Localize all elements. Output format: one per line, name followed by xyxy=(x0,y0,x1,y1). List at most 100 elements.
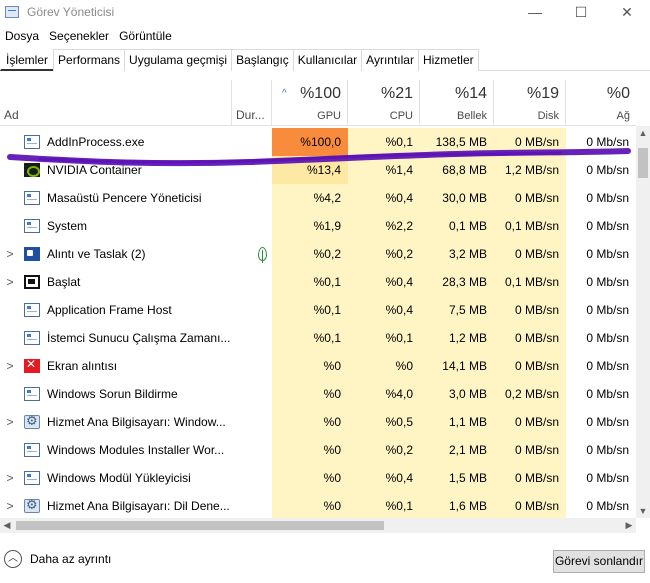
network-value: 0 Mb/sn xyxy=(566,156,636,184)
process-name: Masaüstü Pencere Yöneticisi xyxy=(47,191,202,205)
window-icon xyxy=(24,303,40,317)
expand-chevron-icon[interactable]: > xyxy=(0,464,20,492)
process-row[interactable]: Windows Modules Installer Wor... %0 %0,2 2,… xyxy=(0,436,636,464)
tab-services[interactable]: Hizmetler xyxy=(417,49,479,71)
network-value: 0 Mb/sn xyxy=(566,352,636,380)
window-controls: — ☐ ✕ xyxy=(512,0,650,24)
header-cpu-label: CPU xyxy=(389,110,413,122)
expand-chevron-icon xyxy=(0,380,20,408)
process-status xyxy=(232,268,272,296)
menu-file[interactable]: Dosya xyxy=(0,26,44,46)
memory-value: 68,8 MB xyxy=(420,156,494,184)
disk-value: 0 MB/sn xyxy=(494,464,566,492)
scroll-right-icon[interactable]: ▶ xyxy=(622,518,636,533)
header-name[interactable]: Ad xyxy=(0,80,232,126)
expand-chevron-icon[interactable]: > xyxy=(0,352,20,380)
expand-chevron-icon xyxy=(0,324,20,352)
process-name: Windows Modules Installer Wor... xyxy=(47,443,225,457)
process-status xyxy=(232,156,272,184)
process-status xyxy=(232,352,272,380)
memory-value: 3,2 MB xyxy=(420,240,494,268)
expand-chevron-icon[interactable]: > xyxy=(0,492,20,520)
menu-options[interactable]: Seçenekler xyxy=(44,26,114,46)
network-value: 0 Mb/sn xyxy=(566,268,636,296)
window-icon xyxy=(24,331,40,345)
tab-startup[interactable]: Başlangıç xyxy=(231,49,294,71)
maximize-button[interactable]: ☐ xyxy=(558,0,604,24)
header-network[interactable]: %0 Ağ xyxy=(566,80,636,126)
window-icon xyxy=(24,471,40,485)
process-row[interactable]: >Ekran alıntısı%0%014,1 MB0 MB/sn0 Mb/sn xyxy=(0,352,636,380)
fewer-details-label: Daha az ayrıntı xyxy=(30,552,112,566)
scroll-up-icon[interactable]: ▲ xyxy=(636,126,650,140)
network-value: 0 Mb/sn xyxy=(566,408,636,436)
gpu-value: %0 xyxy=(272,464,348,492)
header-disk-pct: %19 xyxy=(526,85,559,102)
header-disk[interactable]: %19 Disk xyxy=(494,80,566,126)
header-gpu[interactable]: ^ %100 GPU xyxy=(272,80,348,126)
minimize-button[interactable]: — xyxy=(512,0,558,24)
expand-chevron-icon[interactable]: > xyxy=(0,240,20,268)
header-memory-label: Bellek xyxy=(457,110,487,122)
tab-processes[interactable]: İşlemler xyxy=(0,49,55,71)
horizontal-scroll-thumb[interactable] xyxy=(16,521,384,530)
leaf-icon xyxy=(258,247,267,263)
cpu-value: %0,4 xyxy=(348,268,420,296)
end-task-button[interactable]: Görevi sonlandır xyxy=(553,550,645,573)
close-button[interactable]: ✕ xyxy=(604,0,650,24)
process-name: Windows Modül Yükleyicisi xyxy=(47,471,191,485)
process-row[interactable]: NVIDIA Container %13,4 %1,4 68,8 MB 1,2 MB/s… xyxy=(0,156,636,184)
process-row[interactable]: AddInProcess.exe %100,0 %0,1 138,5 MB 0 MB/s… xyxy=(0,128,636,156)
disk-value: 0 MB/sn xyxy=(494,408,566,436)
process-row[interactable]: > Başlat %0,1 %0,4 28,3 MB 0,1 MB/sn 0 Mb/sn xyxy=(0,268,636,296)
memory-value: 28,3 MB xyxy=(420,268,494,296)
process-name: Hizmet Ana Bilgisayarı: Dil Dene... xyxy=(47,499,230,513)
vertical-scrollbar[interactable]: ▲ ▼ xyxy=(636,126,650,518)
process-row[interactable]: İstemci Sunucu Çalışma Zamanı... %0,1 %0,1… xyxy=(0,324,636,352)
process-row[interactable]: > Hizmet Ana Bilgisayarı: Window... %0%0,5… xyxy=(0,408,636,436)
process-row[interactable]: > Hizmet Ana Bilgisayarı: Dil Dene... %0%0… xyxy=(0,492,636,520)
process-status xyxy=(232,212,272,240)
process-row[interactable]: Masaüstü Pencere Yöneticisi %4,2 %0,4 30,0 … xyxy=(0,184,636,212)
header-network-pct: %0 xyxy=(606,85,630,102)
window-icon xyxy=(24,443,40,457)
memory-value: 1,6 MB xyxy=(420,492,494,520)
process-row[interactable]: Application Frame Host %0,1 %0,4 7,5 MB 0 MB… xyxy=(0,296,636,324)
vertical-scroll-thumb[interactable] xyxy=(638,148,648,178)
header-memory[interactable]: %14 Bellek xyxy=(420,80,494,126)
tab-performance[interactable]: Performans xyxy=(53,49,126,71)
expand-chevron-icon[interactable]: > xyxy=(0,408,20,436)
header-status[interactable]: Dur... xyxy=(232,80,272,126)
process-name: System xyxy=(47,219,88,233)
network-value: 0 Mb/sn xyxy=(566,184,636,212)
cpu-value: %0,5 xyxy=(348,408,420,436)
task-manager-icon xyxy=(5,6,19,18)
process-list: AddInProcess.exe %100,0 %0,1 138,5 MB 0 MB/s… xyxy=(0,128,636,520)
header-disk-label: Disk xyxy=(537,110,559,122)
fewer-details-toggle[interactable]: ︿ Daha az ayrıntı xyxy=(4,550,111,568)
menu-view[interactable]: Görüntüle xyxy=(114,26,177,46)
disk-value: 0 MB/sn xyxy=(494,436,566,464)
scroll-left-icon[interactable]: ◀ xyxy=(0,518,14,533)
tab-details[interactable]: Ayrıntılar xyxy=(361,49,419,71)
header-cpu[interactable]: %21 CPU xyxy=(348,80,420,126)
expand-chevron-icon xyxy=(0,156,20,184)
process-row[interactable]: > Windows Modül Yükleyicisi %0 %0,4 1,5 MB 0 … xyxy=(0,464,636,492)
process-row[interactable]: Windows Sorun Bildirme %0 %4,0 3,0 MB 0,2 MB… xyxy=(0,380,636,408)
cpu-value: %0,1 xyxy=(348,492,420,520)
gear-icon xyxy=(24,413,40,429)
process-name: Windows Sorun Bildirme xyxy=(47,387,178,401)
gpu-value: %1,9 xyxy=(272,212,348,240)
gpu-value: %0 xyxy=(272,408,348,436)
tab-app-history[interactable]: Uygulama geçmişi xyxy=(124,49,233,71)
process-row[interactable]: System %1,9 %2,2 0,1 MB 0,1 MB/sn 0 Mb/sn xyxy=(0,212,636,240)
scroll-down-icon[interactable]: ▼ xyxy=(636,504,650,518)
gpu-value: %0 xyxy=(272,352,348,380)
horizontal-scrollbar[interactable]: ◀ ▶ xyxy=(0,518,636,533)
expand-chevron-icon[interactable]: > xyxy=(0,268,20,296)
process-name: Application Frame Host xyxy=(47,303,172,317)
memory-value: 2,1 MB xyxy=(420,436,494,464)
memory-value: 30,0 MB xyxy=(420,184,494,212)
process-row[interactable]: > Alıntı ve Taslak (2) %0,2 %0,2 3,2 MB 0 MB/… xyxy=(0,240,636,268)
tab-users[interactable]: Kullanıcılar xyxy=(292,49,363,71)
